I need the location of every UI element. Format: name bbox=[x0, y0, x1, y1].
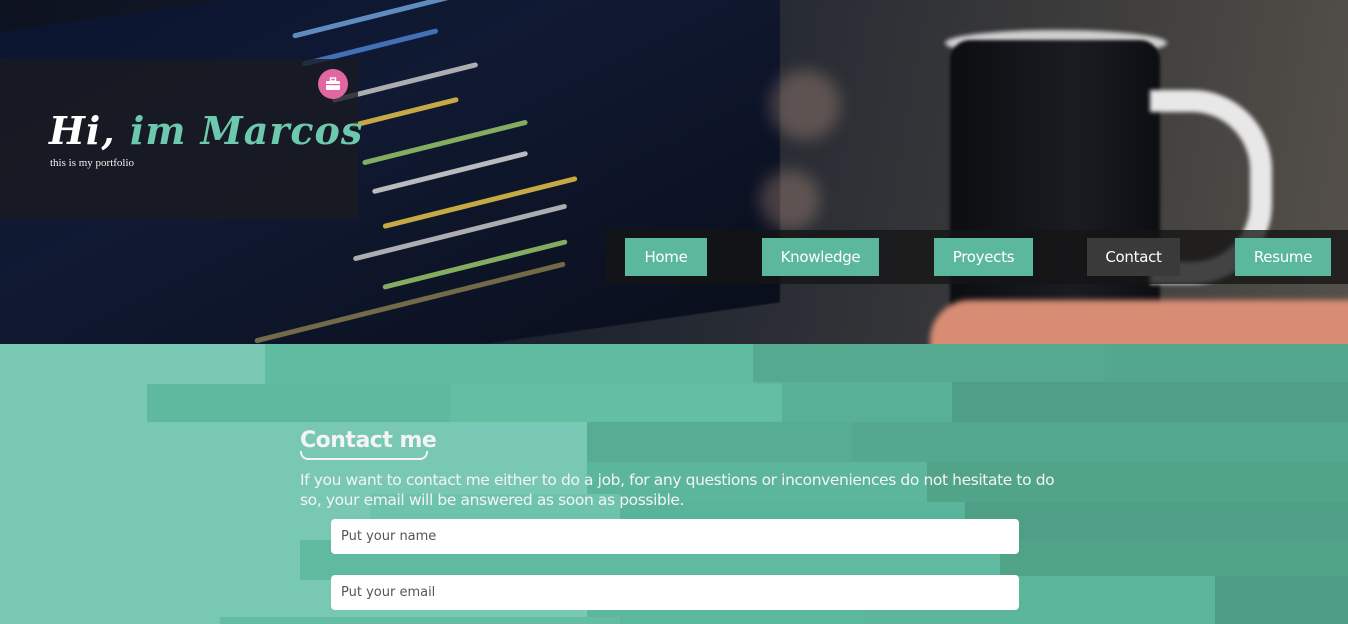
background-block bbox=[1000, 540, 1348, 580]
page-subtitle: this is my portfolio bbox=[50, 157, 135, 169]
main-nav: Home Knowledge Proyects Contact Resume bbox=[606, 230, 1348, 284]
hand-image bbox=[930, 300, 1348, 344]
background-block bbox=[952, 382, 1348, 422]
background-block bbox=[265, 344, 755, 384]
page-title: Hi, im Marcos bbox=[49, 108, 363, 153]
nav-contact-button[interactable]: Contact bbox=[1087, 238, 1180, 276]
background-block bbox=[852, 422, 1348, 462]
background-block bbox=[587, 422, 852, 462]
contact-title: Contact me bbox=[300, 428, 437, 453]
nav-proyects-button[interactable]: Proyects bbox=[934, 238, 1033, 276]
briefcase-icon[interactable] bbox=[318, 69, 348, 99]
title-underline bbox=[300, 451, 428, 460]
contact-description: If you want to contact me either to do a… bbox=[300, 471, 1055, 509]
name-input[interactable] bbox=[331, 519, 1019, 554]
bokeh-light bbox=[770, 70, 840, 140]
briefcase-glyph bbox=[326, 77, 340, 90]
background-block bbox=[220, 617, 620, 624]
nav-resume-button[interactable]: Resume bbox=[1235, 238, 1331, 276]
nav-home-button[interactable]: Home bbox=[625, 238, 707, 276]
title-name: im Marcos bbox=[129, 108, 364, 153]
background-block bbox=[450, 384, 782, 422]
coffee-mug-image bbox=[950, 40, 1160, 330]
nav-knowledge-button[interactable]: Knowledge bbox=[762, 238, 879, 276]
background-block bbox=[0, 384, 147, 624]
bokeh-light bbox=[760, 170, 820, 230]
background-block bbox=[753, 344, 1108, 382]
background-block bbox=[0, 344, 265, 384]
title-greeting: Hi, bbox=[49, 108, 116, 153]
email-input[interactable] bbox=[331, 575, 1019, 610]
background-block bbox=[782, 382, 952, 422]
background-block bbox=[1215, 576, 1348, 624]
background-block bbox=[147, 384, 450, 422]
